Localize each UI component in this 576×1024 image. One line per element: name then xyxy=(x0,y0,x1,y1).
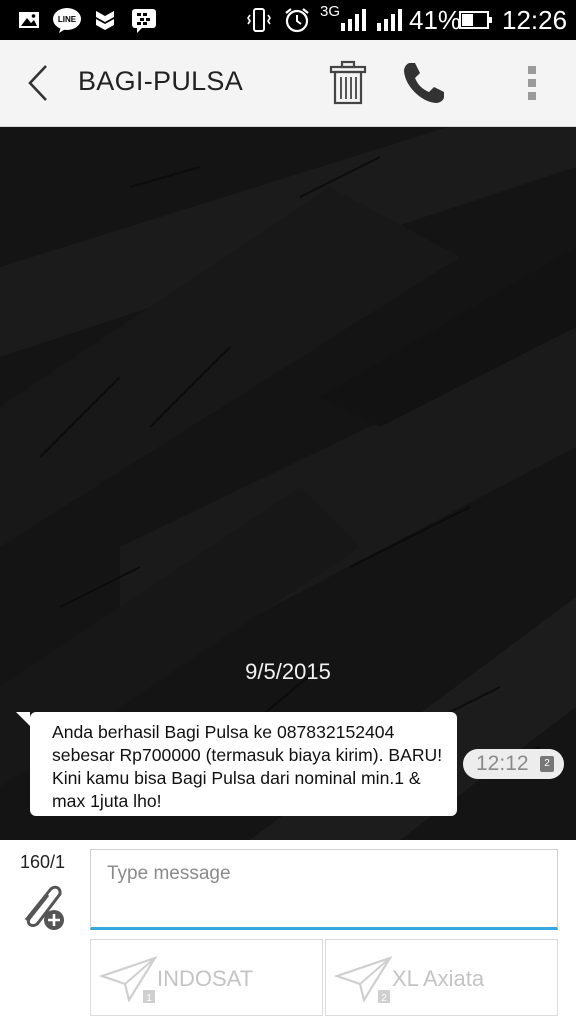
message-time: 12:12 xyxy=(476,752,529,775)
app-bar: BAGI-PULSA xyxy=(0,40,576,127)
vibrate-icon xyxy=(247,8,271,32)
phone-icon xyxy=(404,63,444,103)
line-app-icon: LINE xyxy=(53,8,81,33)
message-bubble[interactable]: Anda berhasil Bagi Pulsa ke 087832152404… xyxy=(16,712,457,816)
conversation-area[interactable]: 9/5/2015 Anda berhasil Bagi Pulsa ke 087… xyxy=(0,127,576,840)
send-xl-button[interactable]: 2 XL Axiata xyxy=(325,939,558,1016)
battery-icon xyxy=(459,11,492,29)
call-button[interactable] xyxy=(396,40,452,126)
svg-text:1: 1 xyxy=(146,993,152,1004)
attach-button[interactable] xyxy=(14,876,74,936)
delete-button[interactable] xyxy=(322,40,374,126)
signal-icon-2 xyxy=(377,9,402,31)
send-plane-icon: 1 xyxy=(99,955,158,1004)
network-type-label: 3G xyxy=(320,3,341,20)
svg-text:LINE: LINE xyxy=(58,15,77,24)
compose-bar: 160/1 1 INDOSAT 2 XL Axiata xyxy=(0,840,576,1024)
send-indosat-label: INDOSAT xyxy=(157,966,254,991)
send-indosat-button[interactable]: 1 INDOSAT xyxy=(90,939,323,1016)
trash-icon xyxy=(329,60,367,105)
message-input-box[interactable] xyxy=(90,849,558,930)
bbm-icon xyxy=(132,9,156,33)
svg-text:2: 2 xyxy=(381,993,387,1004)
battery-percentage: 41% xyxy=(409,5,462,35)
gallery-icon xyxy=(19,12,39,28)
date-separator: 9/5/2015 xyxy=(245,659,331,684)
alarm-icon xyxy=(285,8,309,33)
message-input[interactable] xyxy=(105,862,549,886)
message-text: Anda berhasil Bagi Pulsa ke 087832152404… xyxy=(52,722,443,811)
message-timestamp: 12:12 2 xyxy=(463,749,564,779)
back-button[interactable] xyxy=(18,40,58,126)
send-plane-icon: 2 xyxy=(334,955,393,1004)
send-xl-label: XL Axiata xyxy=(392,966,485,991)
signal-icon xyxy=(341,9,366,31)
character-counter: 160/1 xyxy=(20,852,66,872)
clock: 12:26 xyxy=(502,5,568,35)
notification-shield-icon xyxy=(96,11,114,30)
back-arrow-icon xyxy=(28,65,47,101)
overflow-menu-icon xyxy=(528,66,536,100)
more-options-button[interactable] xyxy=(512,40,552,126)
paperclip-add-icon xyxy=(24,885,64,930)
sim-badge-icon: 2 xyxy=(540,756,554,772)
conversation-title: BAGI-PULSA xyxy=(78,66,244,96)
status-bar: LINE 3G 41% 12:26 xyxy=(0,0,576,40)
